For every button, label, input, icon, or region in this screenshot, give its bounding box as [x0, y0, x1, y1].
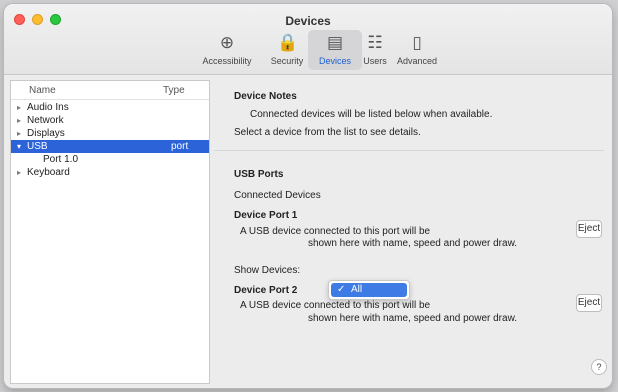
list-item-label: Keyboard — [27, 167, 70, 178]
tab-accessibility-label: Accessibility — [202, 56, 252, 66]
list-item[interactable]: Port 1.0 — [11, 153, 209, 166]
port-label: Device Port 1 — [234, 210, 298, 221]
detail-pane: Device Notes Connected devices will be l… — [214, 76, 612, 388]
column-type-header[interactable]: Type — [163, 85, 185, 96]
info-line: Select a device from the list to see det… — [234, 127, 421, 138]
port-description: shown here with name, speed and power dr… — [308, 313, 518, 324]
list-item-label: Displays — [27, 128, 65, 139]
window-title: Devices — [285, 14, 331, 28]
eject-button[interactable]: Eject — [576, 294, 602, 312]
list-item[interactable]: ▸ Displays — [11, 127, 209, 140]
list-item-label: Network — [27, 115, 64, 126]
section-title: USB Ports — [234, 169, 284, 180]
port-description: shown here with name, speed and power dr… — [308, 238, 518, 249]
popup-option[interactable]: ✓ All — [331, 283, 407, 297]
disclosure-triangle-icon[interactable]: ▸ — [17, 101, 21, 114]
port-label: Device Port 2 — [234, 285, 298, 296]
column-name-header[interactable]: Name — [29, 85, 56, 96]
divider — [214, 150, 604, 151]
disclosure-triangle-icon[interactable]: ▸ — [17, 127, 21, 140]
titlebar: Devices ⊕ Accessibility 🔒 Security ▤ Dev… — [4, 4, 612, 75]
accessibility-icon: ⊕ — [219, 33, 235, 53]
toolbar: ⊕ Accessibility 🔒 Security ▤ Devices ☷ U… — [4, 30, 612, 70]
list-item-label: Port 1.0 — [43, 154, 79, 165]
checkmark-icon: ✓ — [337, 284, 346, 295]
info-line: Connected devices will be listed below w… — [250, 109, 493, 120]
help-button[interactable]: ? — [591, 359, 607, 375]
section-title: Device Notes — [234, 91, 297, 102]
disclosure-triangle-icon[interactable]: ▸ — [17, 114, 21, 127]
list-item-type: port — [171, 141, 189, 152]
advanced-icon: ▯ — [412, 33, 422, 53]
show-devices-popup[interactable]: ✓ All — [328, 280, 410, 300]
device-list[interactable]: Name Type ▸ Audio Ins ▸ Network ▸ Displa… — [10, 80, 210, 384]
list-item-label: USB — [27, 141, 48, 152]
list-item[interactable]: ▸ Keyboard — [11, 166, 209, 179]
popup-option-label: All — [351, 284, 363, 295]
users-icon: ☷ — [367, 33, 383, 53]
list-item[interactable]: ▸ Audio Ins — [11, 101, 209, 114]
tab-accessibility[interactable]: ⊕ Accessibility — [200, 30, 254, 70]
port-description: A USB device connected to this port will… — [240, 226, 431, 237]
disclosure-triangle-icon[interactable]: ▾ — [17, 140, 21, 153]
disclosure-triangle-icon[interactable]: ▸ — [17, 166, 21, 179]
tab-security-label: Security — [270, 56, 304, 66]
subtitle: Connected Devices — [234, 190, 321, 201]
list-item-selected[interactable]: ▾ USB port — [11, 140, 209, 153]
list-header: Name Type — [11, 81, 209, 100]
tab-advanced-label: Advanced — [396, 56, 438, 66]
window: Devices ⊕ Accessibility 🔒 Security ▤ Dev… — [4, 4, 612, 388]
tab-security[interactable]: 🔒 Security — [260, 30, 314, 70]
show-devices-label: Show Devices: — [234, 265, 301, 276]
list-item[interactable]: ▸ Network — [11, 114, 209, 127]
eject-button[interactable]: Eject — [576, 220, 602, 238]
tab-advanced[interactable]: ▯ Advanced — [390, 30, 444, 70]
devices-icon: ▤ — [326, 33, 344, 53]
port-description: A USB device connected to this port will… — [240, 300, 431, 311]
lock-icon: 🔒 — [277, 33, 299, 53]
list-item-label: Audio Ins — [27, 102, 69, 113]
